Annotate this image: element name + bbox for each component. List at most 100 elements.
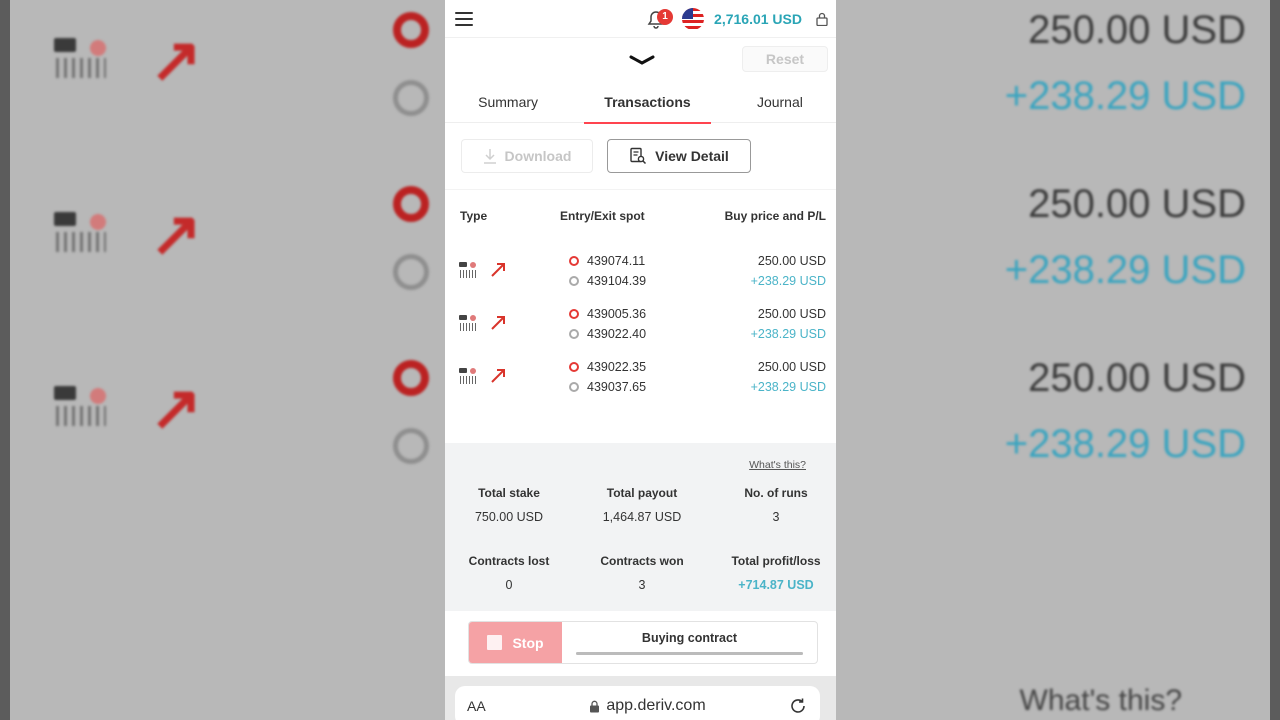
document-search-icon	[630, 147, 647, 165]
text-size-button[interactable]: AA	[467, 698, 507, 714]
entry-exit-spots: 439074.11 439104.39	[569, 251, 751, 291]
download-label: Download	[504, 148, 572, 164]
rise-arrow-icon	[491, 316, 505, 330]
backdrop-chart-icon	[52, 38, 106, 78]
account-balance[interactable]: 2,716.01 USD	[714, 11, 802, 27]
url-display[interactable]: app.deriv.com	[507, 697, 788, 715]
backdrop-exit-dot-icon	[393, 80, 429, 116]
us-flag-icon[interactable]	[682, 7, 705, 30]
backdrop-arrow-icon: ↗	[150, 374, 202, 443]
padlock-icon	[590, 700, 600, 712]
transactions-table-header: Type Entry/Exit spot Buy price and P/L	[445, 189, 836, 241]
contracts-won-label: Contracts won	[600, 554, 684, 568]
backdrop-pl: +238.29 USD	[1004, 422, 1246, 466]
entry-exit-spots: 439005.36 439022.40	[569, 304, 751, 344]
whats-this-link[interactable]: What's this?	[749, 459, 806, 471]
backdrop-whats-this: What's this?	[1019, 684, 1182, 717]
total-profit-loss-label: Total profit/loss	[731, 554, 821, 568]
profit-loss: +238.29 USD	[750, 327, 826, 341]
backdrop-exit-dot-icon	[393, 428, 429, 464]
top-bar: 1 2,716.01 USD	[445, 0, 836, 38]
entry-spot: 439074.11	[587, 254, 646, 268]
total-stake-label: Total stake	[478, 486, 540, 500]
buy-price: 250.00 USD	[757, 254, 826, 268]
contract-type	[459, 357, 569, 385]
tick-chart-icon	[459, 368, 479, 384]
backdrop-pl: +238.29 USD	[1004, 74, 1246, 118]
exit-spot: 439037.65	[587, 380, 647, 394]
table-row[interactable]: 439022.35 439037.65 250.00 USD +238.29 U…	[445, 353, 836, 406]
run-progress-track	[576, 652, 803, 655]
backdrop-arrow-icon: ↗	[150, 26, 202, 95]
total-payout-value: 1,464.87 USD	[602, 510, 682, 524]
view-detail-button[interactable]: View Detail	[607, 139, 751, 173]
entry-spot-icon	[569, 309, 579, 319]
table-row[interactable]: 439005.36 439022.40 250.00 USD +238.29 U…	[445, 300, 836, 353]
run-status: Buying contract	[562, 622, 817, 663]
contracts-won-value: 3	[638, 578, 646, 592]
tab-summary[interactable]: Summary	[458, 81, 558, 123]
summary-panel: What's this? Total stake 750.00 USD Tota…	[445, 443, 836, 611]
exit-spot: 439104.39	[587, 274, 647, 288]
reset-button[interactable]: Reset	[742, 46, 828, 72]
address-bar[interactable]: AA app.deriv.com	[455, 686, 820, 720]
chevron-down-icon[interactable]	[629, 54, 655, 66]
tab-transactions[interactable]: Transactions	[584, 81, 712, 124]
entry-spot: 439005.36	[587, 307, 647, 321]
contracts-lost-value: 0	[505, 578, 513, 592]
stop-square-icon	[487, 635, 503, 650]
contracts-won-stat: Contracts won 3	[577, 554, 707, 592]
tick-chart-icon	[459, 315, 479, 331]
backdrop-price: 250.00 USD	[1028, 8, 1246, 52]
reload-icon[interactable]	[788, 696, 808, 716]
backdrop-right: 250.00 USD +238.29 USD 250.00 USD +238.2…	[836, 0, 1280, 720]
exit-spot-icon	[569, 276, 579, 286]
runs-label: No. of runs	[744, 486, 808, 500]
table-row[interactable]: 439074.11 439104.39 250.00 USD +238.29 U…	[445, 247, 836, 300]
exit-spot-icon	[569, 329, 579, 339]
total-payout-stat: Total payout 1,464.87 USD	[577, 486, 707, 524]
entry-spot-icon	[569, 362, 579, 372]
tab-journal[interactable]: Journal	[737, 81, 823, 123]
url-text: app.deriv.com	[606, 697, 706, 714]
contracts-lost-label: Contracts lost	[468, 554, 550, 568]
exit-spot-icon	[569, 382, 579, 392]
runs-value: 3	[772, 510, 780, 524]
total-stake-stat: Total stake 750.00 USD	[445, 486, 574, 524]
run-status-bar: Stop Buying contract	[468, 621, 818, 664]
transactions-list: 439074.11 439104.39 250.00 USD +238.29 U…	[445, 241, 836, 406]
entry-spot-icon	[569, 256, 579, 266]
lock-icon[interactable]	[816, 12, 828, 26]
stop-label: Stop	[512, 634, 544, 651]
hamburger-menu-icon[interactable]	[455, 11, 473, 26]
entry-exit-spots: 439022.35 439037.65	[569, 357, 751, 397]
buy-price: 250.00 USD	[757, 307, 826, 321]
backdrop-entry-dot-icon	[393, 186, 429, 222]
notification-bell-icon[interactable]: 1	[646, 7, 674, 31]
buy-price-pl: 250.00 USD +238.29 USD	[751, 357, 826, 397]
backdrop-arrow-icon: ↗	[150, 200, 202, 269]
column-header-buy-price: Buy price and P/L	[724, 208, 826, 223]
run-progress-fill	[576, 652, 803, 655]
view-detail-label: View Detail	[655, 148, 729, 164]
run-status-text: Buying contract	[641, 631, 738, 645]
backdrop-price: 250.00 USD	[1028, 356, 1246, 400]
rise-arrow-icon	[491, 263, 505, 277]
backdrop-entry-dot-icon	[393, 12, 429, 48]
download-button[interactable]: Download	[461, 139, 593, 173]
entry-spot: 439022.35	[587, 360, 647, 374]
total-profit-loss-stat: Total profit/loss +714.87 USD	[711, 554, 836, 592]
rise-arrow-icon	[491, 369, 505, 383]
buy-price-pl: 250.00 USD +238.29 USD	[751, 304, 826, 344]
contract-type	[459, 251, 569, 279]
buy-price: 250.00 USD	[757, 360, 826, 374]
stop-button[interactable]: Stop	[469, 622, 562, 663]
notification-badge: 1	[657, 8, 674, 25]
phone-screen: 1 2,716.01 USD Reset Summary Transaction…	[445, 0, 836, 720]
total-payout-label: Total payout	[606, 486, 678, 500]
profit-loss: +238.29 USD	[750, 274, 826, 288]
total-stake-value: 750.00 USD	[474, 510, 544, 524]
buy-price-pl: 250.00 USD +238.29 USD	[751, 251, 826, 291]
runs-stat: No. of runs 3	[711, 486, 836, 524]
run-panel-tabs: Summary Transactions Journal	[445, 81, 836, 124]
